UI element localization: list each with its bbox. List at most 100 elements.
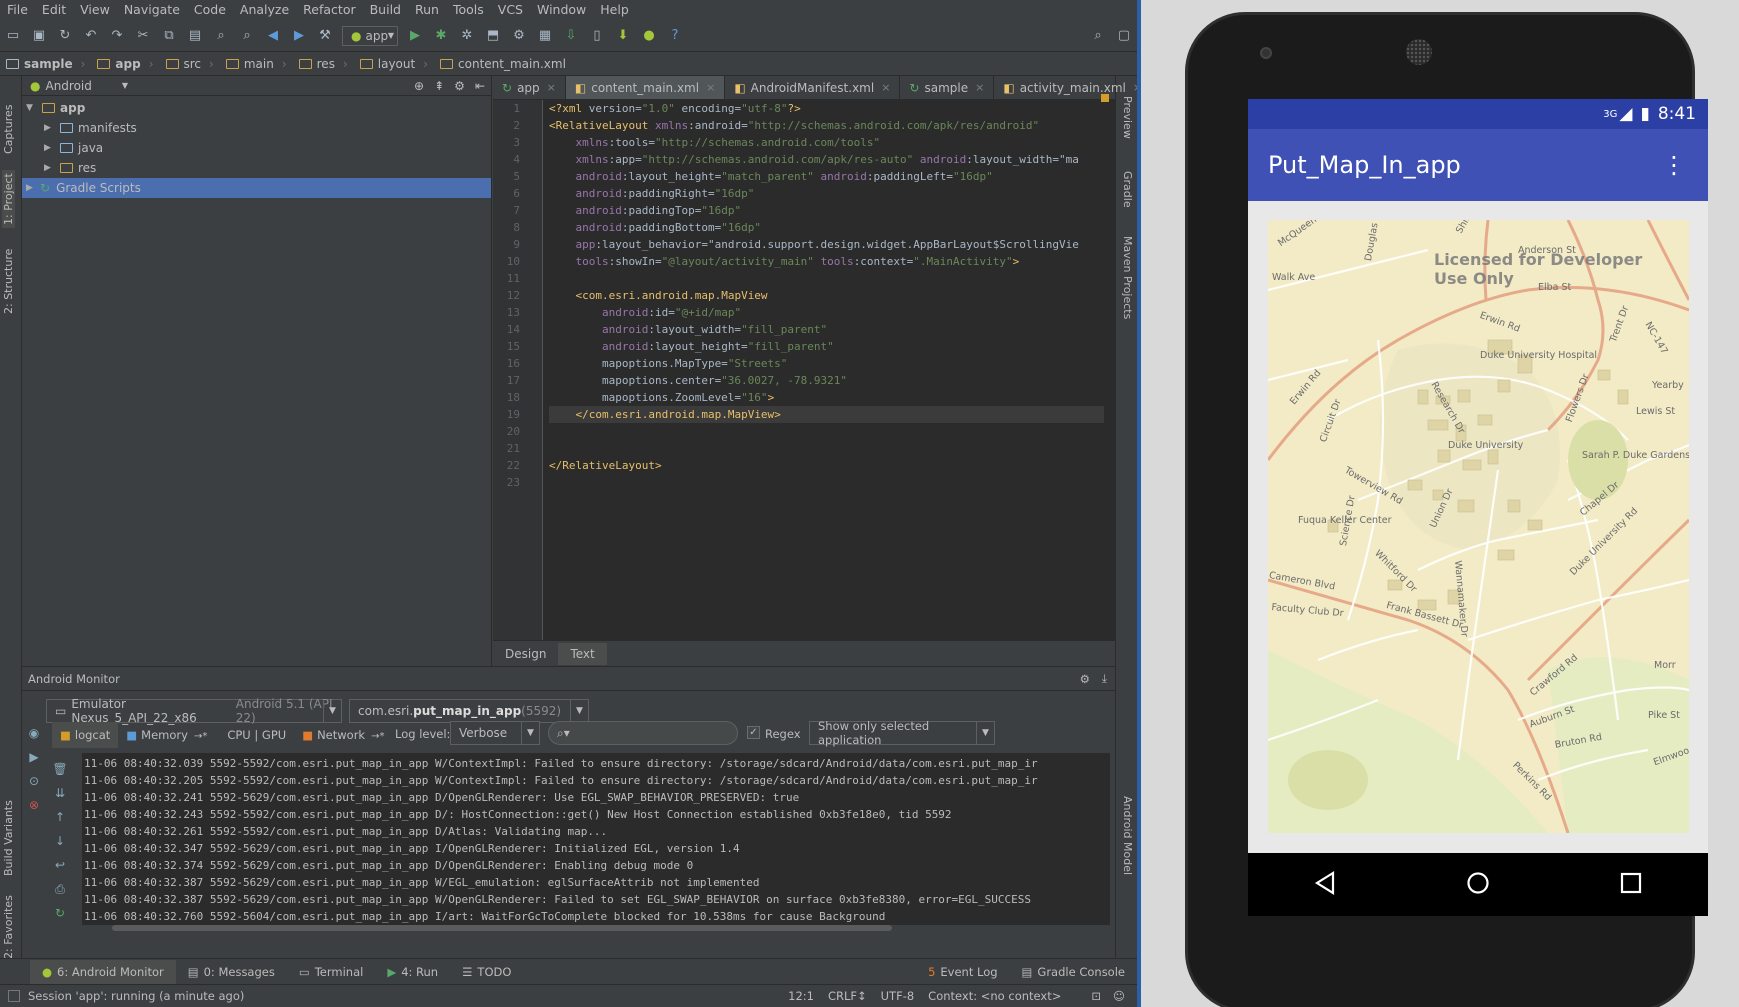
designer-tab-design[interactable]: Design (493, 643, 558, 665)
terminate-icon[interactable]: ⊗ (24, 795, 44, 815)
inspector-icon[interactable]: ☺ (1113, 989, 1125, 1003)
run-icon[interactable]: ▶ (406, 27, 424, 45)
project-view-mode[interactable]: Android (45, 79, 91, 93)
chevron-down-icon[interactable]: ▼ (122, 81, 128, 90)
breadcrumb-item[interactable]: app › (91, 57, 159, 71)
breadcrumb-item[interactable]: sample › (0, 57, 91, 71)
undo-icon[interactable]: ↶ (82, 27, 100, 45)
tree-node[interactable]: ▼ app (22, 98, 491, 118)
collapsed-arrow-icon[interactable]: ▶ (44, 123, 54, 133)
paste-icon[interactable]: ▤ (186, 27, 204, 45)
cut-icon[interactable]: ✂ (134, 27, 152, 45)
tool-window-todo[interactable]: ☰ TODO (450, 965, 523, 979)
attach-debugger-icon[interactable]: ✲ (458, 27, 476, 45)
menu-file[interactable]: File (0, 0, 35, 20)
back-icon[interactable]: ◀ (264, 27, 282, 45)
clear-logcat-icon[interactable]: 🗑 (50, 759, 70, 779)
find-icon[interactable]: ⌕ (212, 27, 230, 45)
tool-window-event-log[interactable]: 5 Event Log (916, 965, 1009, 979)
regex-checkbox[interactable]: ✓ (747, 726, 760, 739)
menu-build[interactable]: Build (363, 0, 408, 20)
tool-favorites[interactable]: 2: Favorites (2, 895, 15, 959)
restore-window-icon[interactable]: ▢ (1115, 27, 1133, 45)
settings-gear-icon[interactable]: ⚙ (1080, 672, 1090, 686)
breadcrumb-item[interactable]: res › (293, 57, 354, 71)
status-toggle-icon[interactable] (8, 990, 20, 1002)
tool-maven-projects[interactable]: Maven Projects (1121, 236, 1134, 319)
log-horizontal-scrollbar[interactable] (82, 925, 1102, 933)
recents-button[interactable] (1619, 871, 1643, 898)
menu-run[interactable]: Run (408, 0, 446, 20)
stop-icon[interactable]: ⬒ (484, 27, 502, 45)
log-search-input[interactable]: ⌕▾ (548, 721, 738, 745)
editor-tab[interactable]: ↻ app × (493, 76, 566, 99)
search-everywhere-icon[interactable]: ⌕ (1089, 27, 1107, 45)
monitor-tab-memory[interactable]: ■ Memory →* (118, 722, 215, 748)
breadcrumb-item[interactable]: content_main.xml (434, 57, 572, 71)
code-area[interactable]: <?xml version="1.0" encoding="utf-8"?> <R… (549, 100, 1104, 640)
tree-node[interactable]: ▶ ↻ Gradle Scripts (22, 178, 491, 198)
save-icon[interactable]: ▣ (30, 27, 48, 45)
menu-view[interactable]: View (73, 0, 117, 20)
close-icon[interactable]: × (975, 81, 984, 94)
log-vertical-scrollbar[interactable] (1102, 753, 1110, 925)
tree-node[interactable]: ▶ java (22, 138, 491, 158)
breadcrumb-item[interactable]: main › (220, 57, 293, 71)
close-icon[interactable]: × (706, 81, 715, 94)
screen-capture-icon[interactable]: ◉ (24, 723, 44, 743)
tool-gradle[interactable]: Gradle (1121, 171, 1134, 208)
close-icon[interactable]: × (881, 81, 890, 94)
tool-build-variants[interactable]: Build Variants (2, 800, 15, 876)
editor-tab[interactable]: ◧ AndroidManifest.xml × (725, 76, 901, 99)
back-button[interactable] (1313, 871, 1337, 898)
log-level-select[interactable]: Verbose ▼ (450, 721, 540, 745)
hide-panel-icon[interactable]: ⇤ (475, 79, 485, 93)
tool-window-gradle-console[interactable]: ▤ Gradle Console (1010, 965, 1137, 979)
pin-icon[interactable]: →* (194, 731, 207, 742)
print-icon[interactable]: ⎙ (50, 879, 70, 899)
designer-tab-text[interactable]: Text (558, 642, 607, 665)
menu-window[interactable]: Window (530, 0, 593, 20)
menu-navigate[interactable]: Navigate (117, 0, 187, 20)
menu-code[interactable]: Code (187, 0, 233, 20)
overflow-menu-icon[interactable]: ⋮ (1662, 151, 1686, 179)
menu-help[interactable]: Help (593, 0, 636, 20)
menu-analyze[interactable]: Analyze (233, 0, 296, 20)
close-icon[interactable]: × (547, 81, 556, 94)
scroll-to-end-icon[interactable]: ⇊ (50, 783, 70, 803)
editor-tab[interactable]: ◧activity_main.xml× (994, 76, 1137, 99)
editor-tab[interactable]: ◧ content_main.xml × (565, 76, 726, 99)
sync-scroll-icon[interactable]: ⊕ (414, 79, 424, 93)
hide-panel-icon[interactable]: ⤓ (1102, 671, 1107, 686)
tool-window-run[interactable]: ▶ 4: Run (375, 965, 450, 979)
expanded-arrow-icon[interactable]: ▼ (26, 103, 36, 113)
collapse-all-icon[interactable]: ⇞ (434, 79, 444, 93)
sync-icon[interactable]: ↻ (56, 27, 74, 45)
project-structure-icon[interactable]: ⚙ (510, 27, 528, 45)
restart-icon[interactable]: ↻ (50, 903, 70, 923)
menu-refactor[interactable]: Refactor (296, 0, 362, 20)
run-config-select[interactable]: ● app ▼ (342, 25, 398, 46)
editor-tab[interactable]: ↻ sample × (900, 76, 995, 99)
breadcrumb-item[interactable]: src › (160, 57, 220, 71)
soft-wrap-icon[interactable]: ↩ (50, 855, 70, 875)
copy-icon[interactable]: ⧉ (160, 27, 178, 45)
context-info[interactable]: Context: <no context> (928, 989, 1061, 1003)
logcat-output[interactable]: 11-06 08:40:32.039 5592-5592/com.esri.pu… (82, 753, 1102, 925)
layout-icon[interactable]: ▦ (536, 27, 554, 45)
replace-icon[interactable]: ⌕ (238, 27, 256, 45)
caret-position[interactable]: 12:1 (788, 989, 814, 1003)
tool-project[interactable]: 1: Project (2, 170, 15, 228)
monitor-tab-cpu-gpu[interactable]: CPU | GPU (215, 722, 294, 748)
pin-icon[interactable]: →* (371, 731, 384, 742)
monitor-tab-network[interactable]: ■ Network →* (294, 722, 392, 748)
settings-gear-icon[interactable]: ⚙ (454, 79, 465, 93)
file-encoding[interactable]: UTF-8 (881, 989, 915, 1003)
forward-icon[interactable]: ▶ (290, 27, 308, 45)
home-button[interactable] (1466, 871, 1490, 898)
tool-android-model[interactable]: Android Model (1121, 796, 1134, 875)
down-icon[interactable]: ↓ (50, 831, 70, 851)
menu-tools[interactable]: Tools (446, 0, 491, 20)
tool-captures[interactable]: Captures (2, 105, 15, 154)
tool-preview[interactable]: Preview (1121, 96, 1134, 139)
